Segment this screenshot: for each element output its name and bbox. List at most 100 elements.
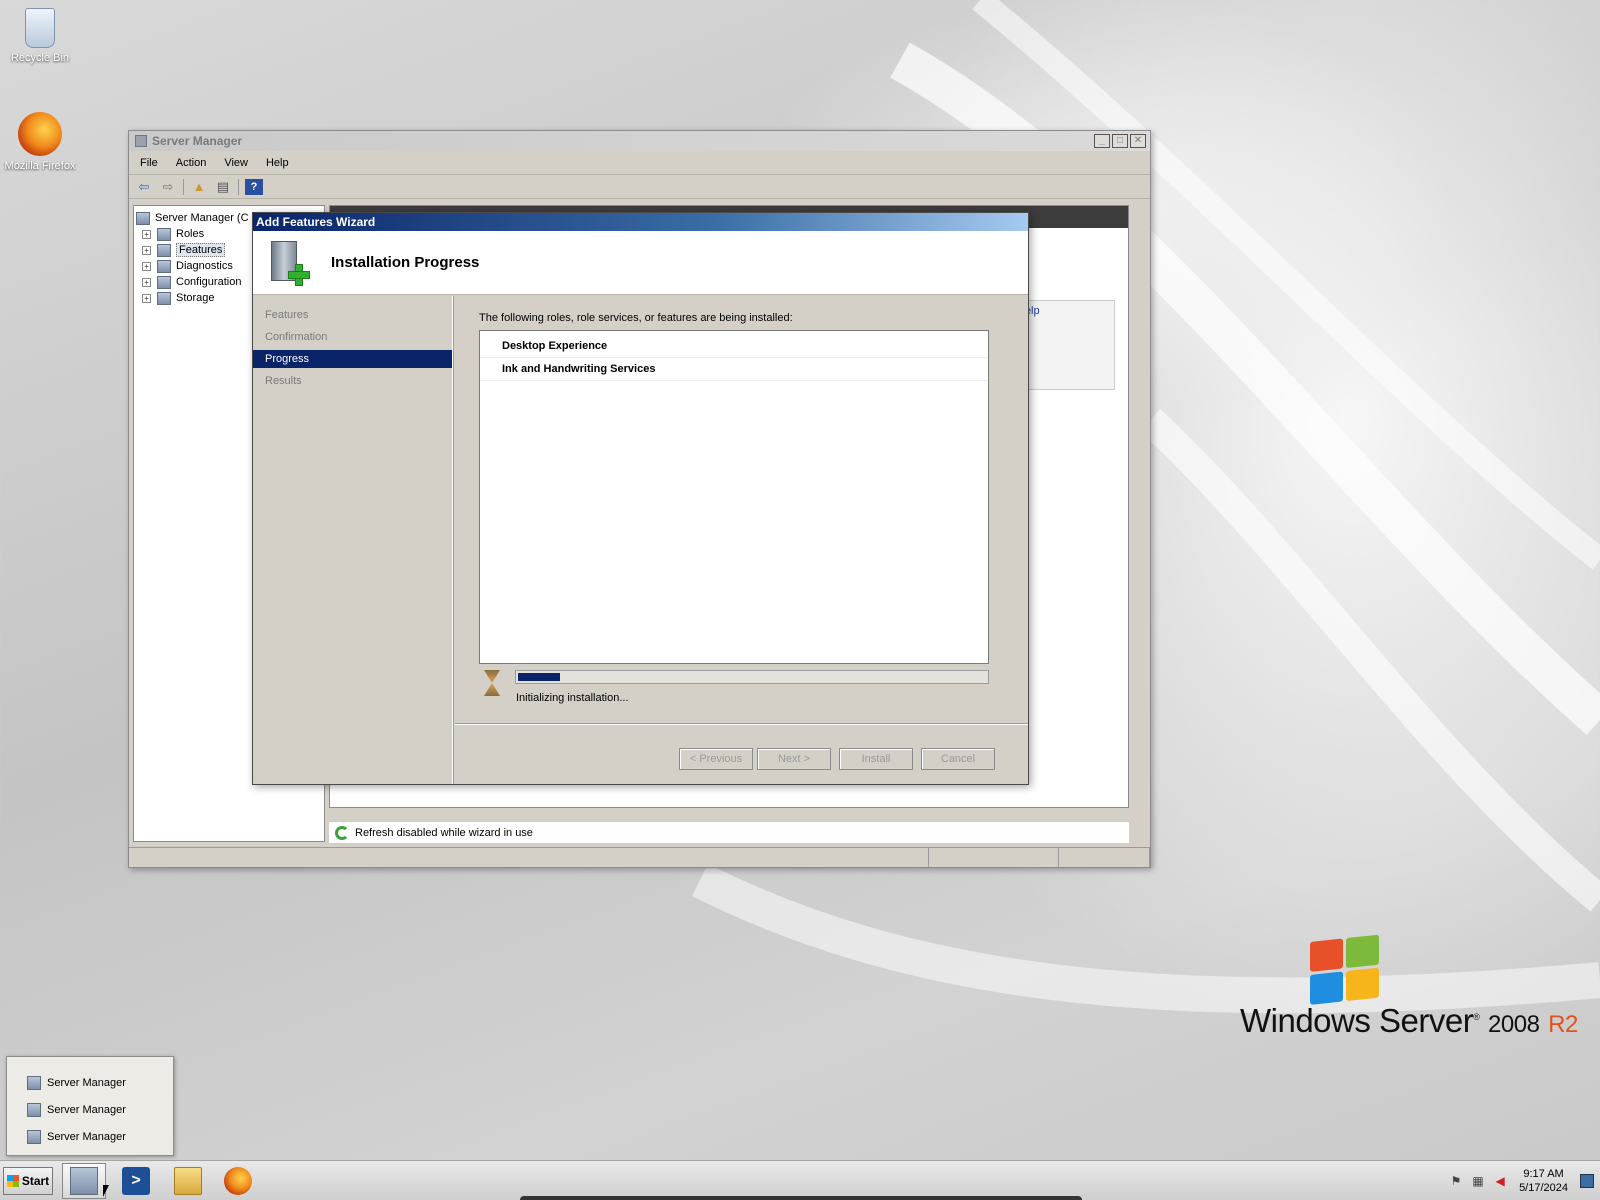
- desktop-icon-label: Mozilla Firefox: [4, 160, 76, 172]
- taskbar-server-manager[interactable]: [62, 1163, 106, 1199]
- configuration-icon: [157, 275, 171, 289]
- taskbar-firefox[interactable]: [216, 1163, 260, 1199]
- status-pane: [929, 848, 1059, 867]
- wizard-title: Add Features Wizard: [256, 215, 376, 229]
- menu-bar: File Action View Help: [129, 151, 1150, 175]
- server-manager-icon: [27, 1129, 41, 1144]
- previous-button[interactable]: < Previous: [679, 748, 753, 770]
- powershell-icon: >: [122, 1167, 150, 1195]
- window-list-label: Server Manager: [47, 1103, 126, 1116]
- minimize-button[interactable]: _: [1094, 134, 1110, 148]
- window-list-label: Server Manager: [47, 1130, 126, 1143]
- bottom-edge-bar: [520, 1196, 1082, 1200]
- install-list[interactable]: Desktop Experience Ink and Handwriting S…: [479, 330, 989, 664]
- list-item: Desktop Experience: [480, 335, 988, 358]
- menu-action[interactable]: Action: [169, 155, 214, 171]
- taskbar: Start > ⚑ ▦ ◀ 9:17 AM 5/17/2024: [0, 1160, 1600, 1200]
- wizard-page-title: Installation Progress: [331, 254, 480, 271]
- help-icon[interactable]: ?: [245, 178, 263, 195]
- step-features: Features: [265, 309, 309, 321]
- window-list-item[interactable]: Server Manager: [7, 1123, 173, 1150]
- tree-root-label: Server Manager (C: [155, 212, 249, 224]
- volume-muted-icon[interactable]: ◀: [1493, 1174, 1507, 1188]
- progress-fill: [518, 673, 561, 681]
- hourglass-icon: [484, 670, 500, 696]
- close-button[interactable]: ✕: [1130, 134, 1146, 148]
- system-tray: ⚑ ▦ ◀ 9:17 AM 5/17/2024: [1449, 1161, 1600, 1200]
- tree-item-label: Storage: [176, 292, 215, 304]
- expand-icon[interactable]: +: [142, 229, 151, 239]
- product-label: Windows Server: [1240, 1002, 1474, 1039]
- clock[interactable]: 9:17 AM 5/17/2024: [1519, 1167, 1568, 1195]
- windows-orb-icon: [6, 1175, 19, 1187]
- server-manager-icon: [135, 135, 147, 147]
- window-list-item[interactable]: Server Manager: [7, 1096, 173, 1123]
- storage-icon: [157, 291, 171, 305]
- tree-item-label: Features: [176, 243, 226, 257]
- toolbar-separator: [238, 178, 239, 195]
- expand-icon[interactable]: +: [142, 293, 151, 303]
- start-label: Start: [21, 1174, 50, 1188]
- roles-icon: [157, 227, 171, 241]
- step-results: Results: [265, 375, 302, 387]
- show-hide-tree-icon[interactable]: ▤: [214, 179, 232, 195]
- forward-arrow-icon[interactable]: ⇨: [159, 179, 177, 195]
- product-edition: R2: [1548, 1011, 1578, 1038]
- up-folder-icon[interactable]: ▲: [190, 179, 208, 195]
- add-features-wizard: Add Features Wizard Installation Progres…: [252, 212, 1029, 785]
- firefox-icon: [224, 1167, 252, 1195]
- wizard-content: The following roles, role services, or f…: [455, 296, 1028, 716]
- windows-flag-icon: [1310, 934, 1384, 1008]
- wizard-title-bar[interactable]: Add Features Wizard: [253, 213, 1028, 231]
- taskbar-explorer[interactable]: [166, 1163, 210, 1199]
- wizard-header: Installation Progress: [253, 231, 1028, 295]
- server-manager-icon: [27, 1075, 41, 1090]
- desktop-icon-label: Recycle Bin: [10, 52, 70, 64]
- refresh-icon: [335, 825, 349, 840]
- maximize-button[interactable]: □: [1112, 134, 1128, 148]
- menu-file[interactable]: File: [133, 155, 165, 171]
- refresh-status-text: Refresh disabled while wizard in use: [355, 826, 533, 839]
- install-description: The following roles, role services, or f…: [479, 312, 793, 324]
- action-center-flag-icon[interactable]: ⚑: [1449, 1174, 1463, 1188]
- add-feature-icon: [263, 239, 311, 287]
- list-item: Ink and Handwriting Services: [480, 358, 988, 381]
- clock-date: 5/17/2024: [1519, 1182, 1568, 1194]
- status-pane: [1059, 848, 1150, 867]
- wizard-footer: < Previous Next > Install Cancel: [455, 723, 1028, 783]
- title-bar[interactable]: Server Manager _ □ ✕: [129, 131, 1150, 151]
- next-button[interactable]: Next >: [757, 748, 831, 770]
- progress-bar: [515, 670, 989, 684]
- firefox-icon: [18, 112, 62, 156]
- wizard-steps: Features Confirmation Progress Results: [253, 296, 453, 784]
- window-list-item[interactable]: Server Manager: [7, 1069, 173, 1096]
- expand-icon[interactable]: +: [142, 277, 151, 287]
- menu-help[interactable]: Help: [259, 155, 296, 171]
- install-button[interactable]: Install: [839, 748, 913, 770]
- step-progress: Progress: [253, 350, 452, 368]
- features-icon: [157, 243, 171, 257]
- trademark-mark: ®: [1473, 1012, 1480, 1022]
- menu-view[interactable]: View: [217, 155, 255, 171]
- show-desktop-button[interactable]: [1580, 1174, 1594, 1188]
- status-pane-main: [129, 848, 929, 867]
- toolbar-separator: [183, 178, 184, 195]
- expand-icon[interactable]: +: [142, 245, 151, 255]
- product-name: Windows Server® 2008 R2: [1240, 1002, 1578, 1040]
- tree-item-label: Configuration: [176, 276, 242, 288]
- desktop-icon-firefox[interactable]: Mozilla Firefox: [0, 112, 80, 172]
- back-arrow-icon[interactable]: ⇦: [135, 179, 153, 195]
- network-icon[interactable]: ▦: [1471, 1174, 1485, 1188]
- desktop-icon-recycle-bin[interactable]: Recycle Bin: [0, 8, 80, 64]
- mouse-cursor: [103, 1185, 109, 1197]
- cancel-button[interactable]: Cancel: [921, 748, 995, 770]
- taskbar-thumbnail-list: Server Manager Server Manager Server Man…: [6, 1056, 174, 1156]
- start-button[interactable]: Start: [3, 1167, 53, 1195]
- explorer-folder-icon: [174, 1167, 202, 1195]
- toolbar: ⇦ ⇨ ▲ ▤ ?: [129, 175, 1150, 199]
- window-list-label: Server Manager: [47, 1076, 126, 1089]
- taskbar-powershell[interactable]: >: [114, 1163, 158, 1199]
- server-manager-icon: [136, 211, 150, 225]
- expand-icon[interactable]: +: [142, 261, 151, 271]
- step-confirmation: Confirmation: [265, 331, 328, 343]
